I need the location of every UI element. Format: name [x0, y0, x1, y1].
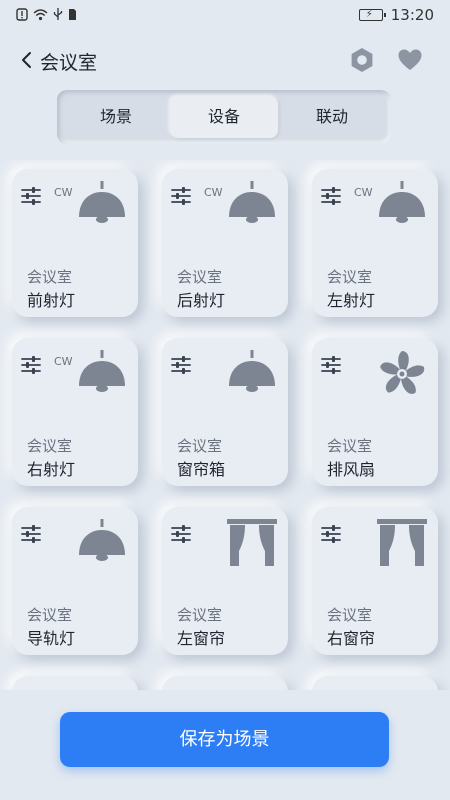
- ceiling-lamp-icon: [376, 179, 428, 231]
- status-bar: ⚡ 13:20: [0, 0, 450, 32]
- status-time: 13:20: [390, 6, 434, 24]
- device-room: 会议室: [27, 437, 73, 455]
- device-card[interactable]: 会议室 左窗帘: [162, 507, 288, 655]
- header: 会议室: [0, 40, 450, 80]
- device-room: 会议室: [177, 437, 223, 455]
- device-card[interactable]: 会议室 排风扇: [312, 338, 438, 486]
- back-arrow-icon[interactable]: [18, 50, 38, 70]
- adjust-sliders-icon[interactable]: [20, 354, 42, 376]
- alert-icon: [16, 8, 28, 21]
- ceiling-lamp-icon: [226, 348, 278, 400]
- ceiling-lamp-icon: [76, 179, 128, 231]
- device-room: 会议室: [177, 268, 223, 286]
- device-name: 排风扇: [327, 460, 376, 479]
- device-name: 前射灯: [27, 291, 76, 310]
- tab-devices[interactable]: 设备: [170, 96, 278, 138]
- wifi-icon: [33, 9, 48, 21]
- device-room: 会议室: [27, 606, 73, 624]
- device-card[interactable]: [312, 676, 438, 690]
- device-card[interactable]: CW 会议室后射灯: [162, 169, 288, 317]
- device-card[interactable]: CW 会议室前射灯: [12, 169, 138, 317]
- device-card[interactable]: [162, 676, 288, 690]
- adjust-sliders-icon[interactable]: [170, 354, 192, 376]
- device-name: 右窗帘: [327, 629, 376, 648]
- usb-icon: [53, 8, 63, 20]
- favorite-heart-icon[interactable]: [396, 46, 424, 74]
- page-title: 会议室: [40, 52, 98, 74]
- tab-scene[interactable]: 场景: [62, 96, 170, 138]
- device-grid: CW 会议室 前射灯 CW 会议室 后射灯 CW 会议室 左射灯 CW 会议室 右射灯 会议室 窗帘箱 会议…: [0, 160, 450, 690]
- device-name: 后射灯: [177, 291, 226, 310]
- adjust-sliders-icon[interactable]: [20, 185, 42, 207]
- device-room: 会议室: [177, 606, 223, 624]
- sim-icon: [69, 9, 76, 20]
- curtain-icon: [226, 517, 278, 569]
- ceiling-lamp-icon: [76, 348, 128, 400]
- ceiling-lamp-icon: [226, 179, 278, 231]
- tab-bar: 场景 设备 联动: [57, 90, 391, 144]
- device-room: 会议室: [327, 437, 373, 455]
- device-card[interactable]: 会议室 窗帘箱: [162, 338, 288, 486]
- adjust-sliders-icon[interactable]: [320, 523, 342, 545]
- bottom-bar: 保存为场景: [0, 690, 450, 800]
- device-name: 左射灯: [327, 291, 376, 310]
- device-tag: CW: [54, 186, 73, 199]
- device-card[interactable]: [12, 676, 138, 690]
- device-tag: CW: [54, 355, 73, 368]
- device-name: 右射灯: [27, 460, 76, 479]
- adjust-sliders-icon[interactable]: [20, 523, 42, 545]
- curtain-icon: [376, 517, 428, 569]
- adjust-sliders-icon[interactable]: [320, 185, 342, 207]
- device-card[interactable]: 会议室 导轨灯: [12, 507, 138, 655]
- device-card[interactable]: CW 会议室右射灯: [12, 338, 138, 486]
- device-name: 导轨灯: [27, 629, 76, 648]
- device-name: 窗帘箱: [177, 460, 226, 479]
- device-card[interactable]: CW 会议室左射灯: [312, 169, 438, 317]
- device-room: 会议室: [327, 268, 373, 286]
- settings-gear-icon[interactable]: [348, 46, 376, 74]
- fan-icon: [376, 348, 428, 400]
- device-tag: CW: [354, 186, 373, 199]
- tab-linkage[interactable]: 联动: [278, 96, 386, 138]
- device-room: 会议室: [327, 606, 373, 624]
- adjust-sliders-icon[interactable]: [170, 523, 192, 545]
- device-room: 会议室: [27, 268, 73, 286]
- device-name: 左窗帘: [177, 629, 226, 648]
- device-card[interactable]: 会议室 右窗帘: [312, 507, 438, 655]
- status-icons: [16, 8, 77, 21]
- save-as-scene-button[interactable]: 保存为场景: [60, 712, 389, 767]
- adjust-sliders-icon[interactable]: [170, 185, 192, 207]
- battery-icon: ⚡: [358, 9, 386, 21]
- ceiling-lamp-icon: [76, 517, 128, 569]
- device-tag: CW: [204, 186, 223, 199]
- adjust-sliders-icon[interactable]: [320, 354, 342, 376]
- status-right: ⚡ 13:20: [358, 6, 434, 24]
